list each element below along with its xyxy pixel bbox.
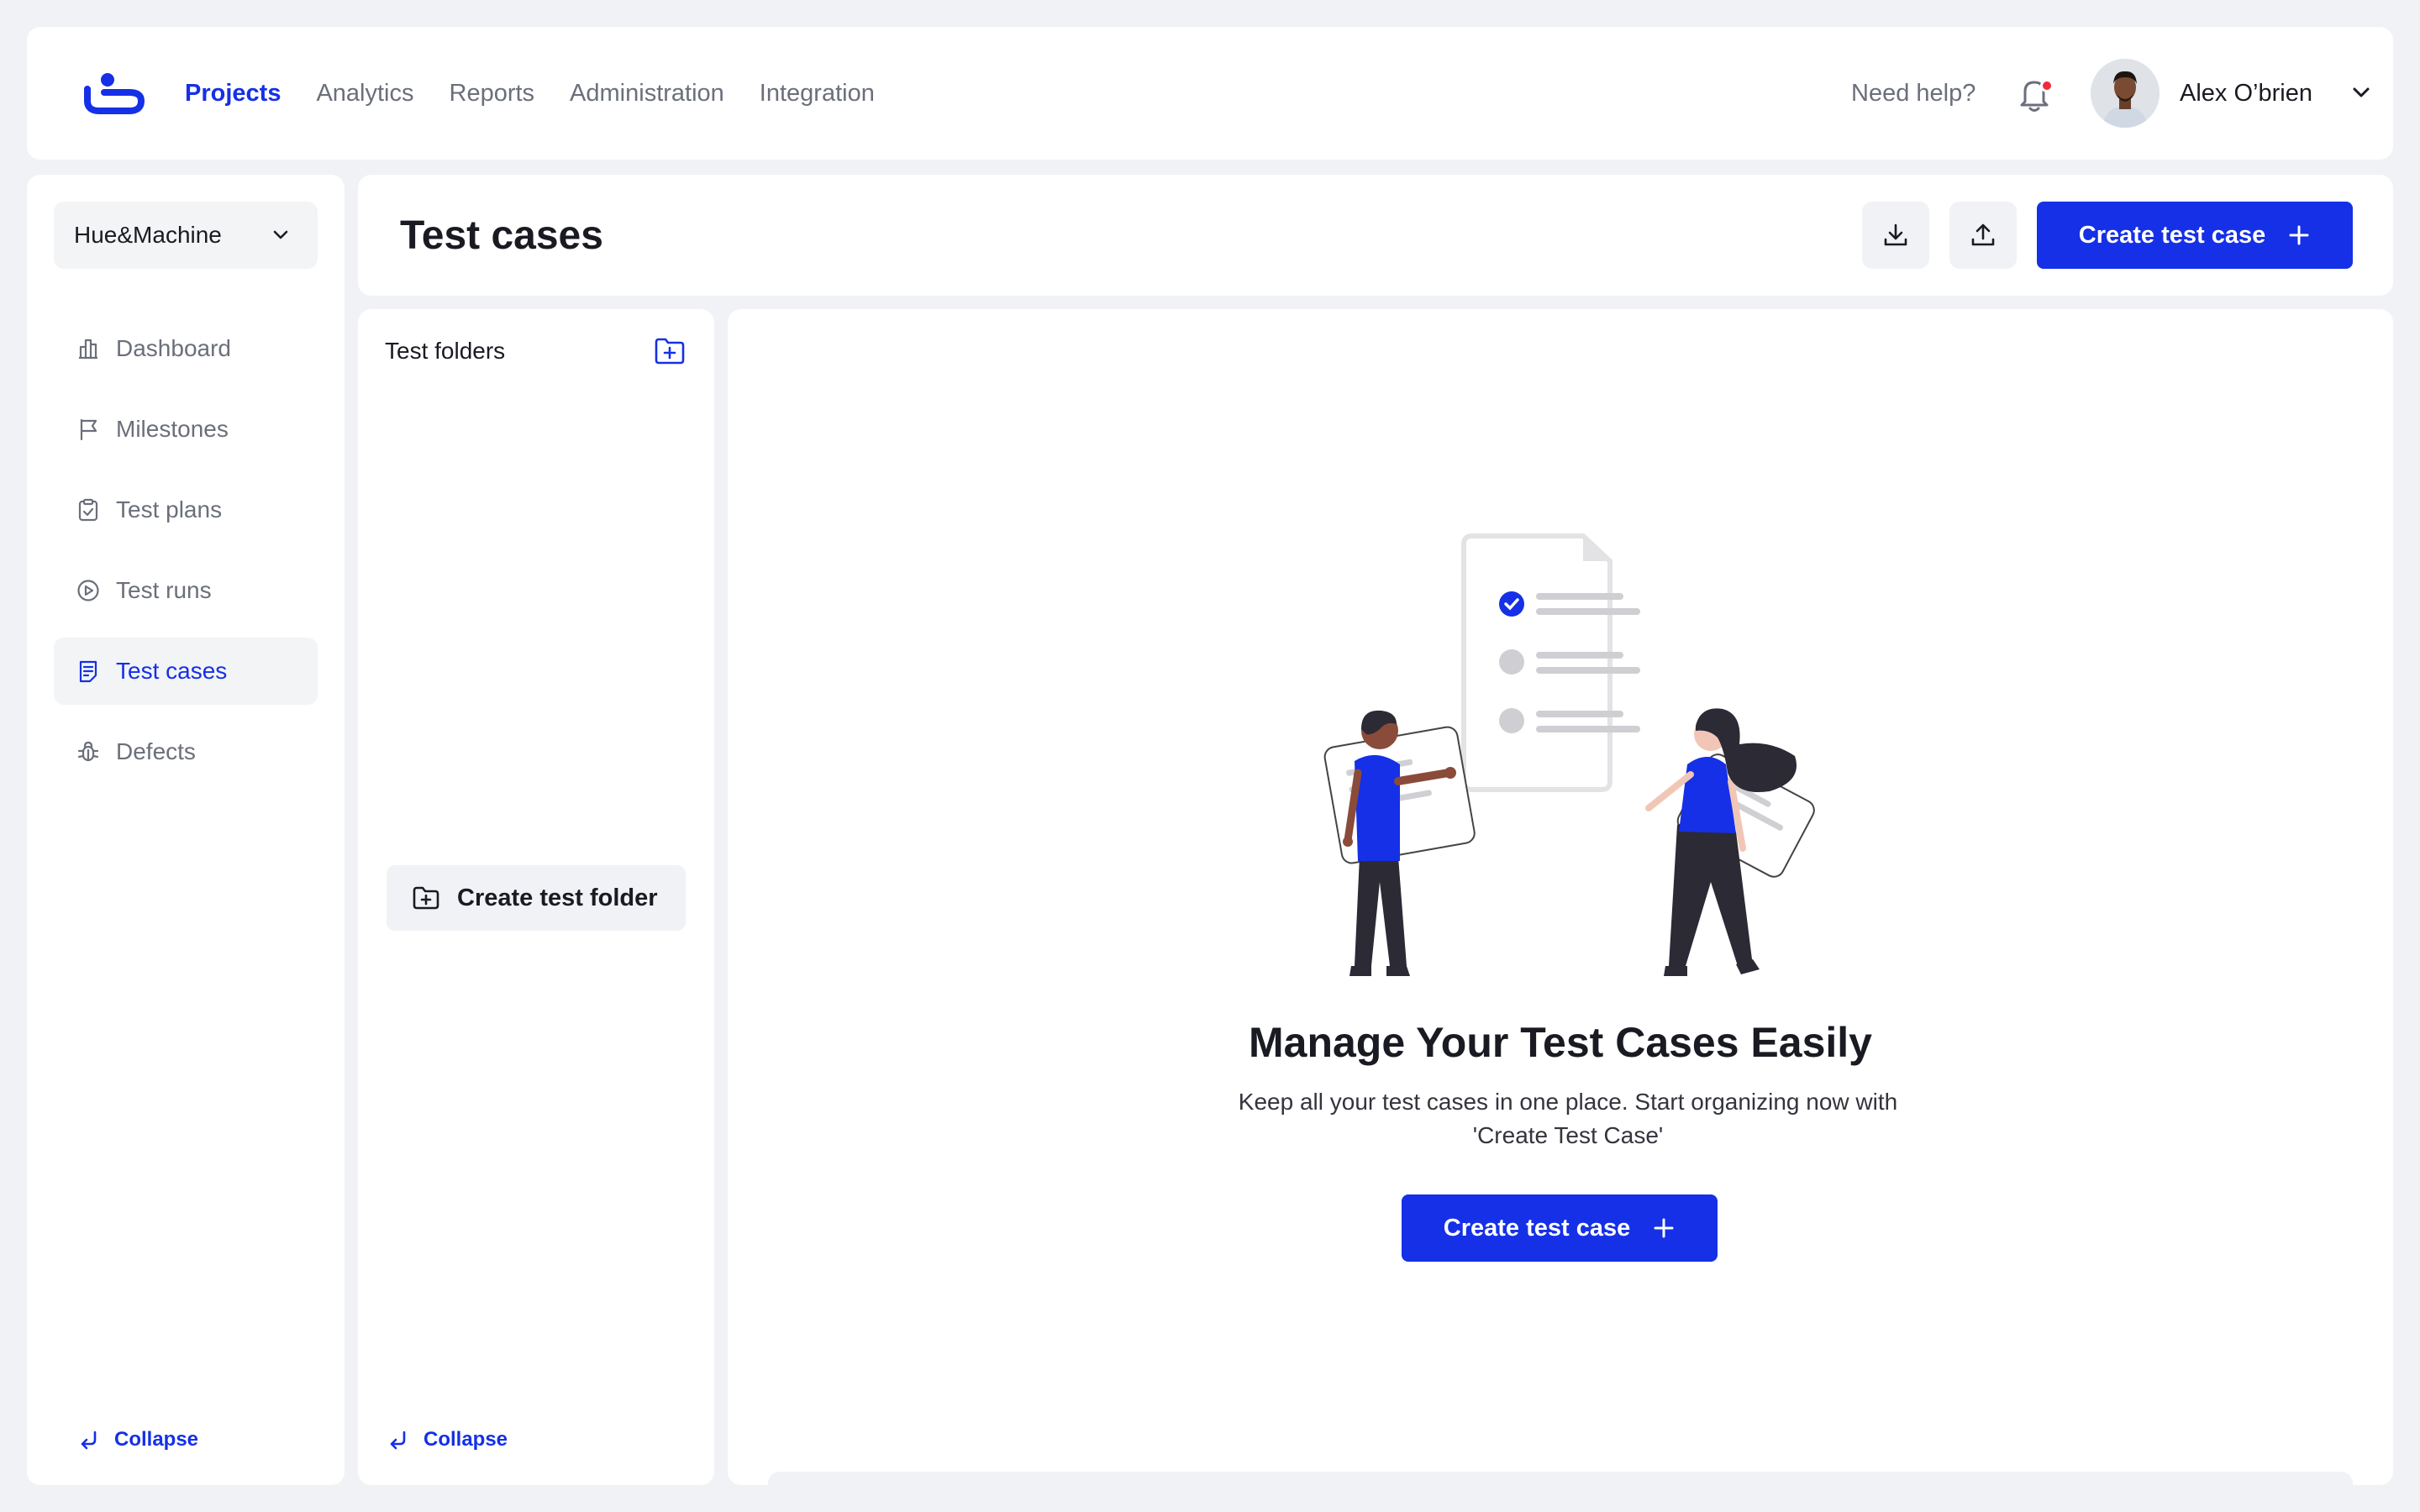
page-header: Test cases Create test case [358,175,2393,296]
test-folders-panel: Test folders Create test folder Collapse [358,309,714,1485]
folder-plus-icon [413,886,439,910]
nav-administration[interactable]: Administration [570,80,724,108]
chevron-down-icon [273,230,288,239]
sidebar-collapse-button[interactable]: Collapse [77,1428,198,1452]
create-test-folder-button[interactable]: Create test folder [387,865,686,931]
create-test-case-label: Create test case [1443,1214,1631,1242]
sidebar-item-label: Test runs [116,577,212,603]
collapse-arrow-icon [81,1431,97,1450]
upload-button[interactable] [1949,202,2017,269]
clipboard-check-icon [78,498,98,522]
nav-integration[interactable]: Integration [760,80,875,108]
empty-state-title: Manage Your Test Cases Easily [1249,1019,1872,1066]
create-test-folder-label: Create test folder [457,884,658,911]
sidebar-nav: Dashboard Milestones Test plans Test run… [54,315,318,799]
nav-projects[interactable]: Projects [185,80,281,108]
bug-icon [77,741,99,762]
create-test-case-button[interactable]: Create test case [2037,202,2353,269]
project-name: Hue&Machine [74,222,222,248]
upload-icon [1971,223,1995,246]
empty-state-create-test-case-button[interactable]: Create test case [1402,1194,1718,1262]
app-logo-icon[interactable] [82,71,146,118]
sidebar-item-label: Test cases [116,658,228,684]
user-name[interactable]: Alex O’brien [2180,27,2312,160]
nav-reports[interactable]: Reports [450,80,535,108]
play-circle-icon [77,580,99,601]
sidebar-item-label: Dashboard [116,335,231,361]
collapse-arrow-icon [390,1431,406,1450]
sidebar-item-test-cases[interactable]: Test cases [54,638,318,705]
need-help-link[interactable]: Need help? [1851,27,1975,160]
chevron-down-icon[interactable] [2349,81,2373,104]
folders-title: Test folders [385,338,506,364]
download-icon [1884,223,1907,246]
page-title: Test cases [400,213,603,258]
test-case-icon [79,660,97,683]
sidebar-item-test-plans[interactable]: Test plans [54,476,318,543]
download-button[interactable] [1862,202,1929,269]
user-avatar[interactable] [2091,59,2160,128]
main-nav: Projects Analytics Reports Administratio… [185,27,875,160]
test-cases-main-panel: Manage Your Test Cases Easily Keep all y… [728,309,2393,1485]
add-folder-icon[interactable] [654,336,686,366]
plus-icon [1654,1218,1674,1238]
folders-collapse-button[interactable]: Collapse [387,1428,508,1452]
sidebar-item-label: Test plans [116,496,223,522]
sidebar-item-defects[interactable]: Defects [54,718,318,785]
sidebar-item-dashboard[interactable]: Dashboard [54,315,318,382]
dashboard-icon [79,339,97,360]
plus-icon [2289,225,2309,245]
flag-icon [80,418,97,441]
empty-state-subtitle: Keep all your test cases in one place. S… [1238,1089,1898,1148]
empty-state-illustration [1323,533,1815,976]
sidebar-item-milestones[interactable]: Milestones [54,396,318,463]
nav-analytics[interactable]: Analytics [316,80,413,108]
scroll-area-edge [768,1472,2353,1485]
sidebar-item-label: Milestones [116,416,229,442]
notification-dot [2040,79,2054,92]
project-selector[interactable]: Hue&Machine [54,202,318,269]
top-navigation-bar: Projects Analytics Reports Administratio… [27,27,2393,160]
collapse-label: Collapse [114,1428,199,1451]
sidebar: Hue&Machine Dashboard Milestones Test pl… [27,175,345,1485]
sidebar-item-label: Defects [116,738,196,764]
sidebar-item-test-runs[interactable]: Test runs [54,557,318,624]
collapse-label: Collapse [424,1428,508,1451]
create-test-case-label: Create test case [2078,221,2266,249]
